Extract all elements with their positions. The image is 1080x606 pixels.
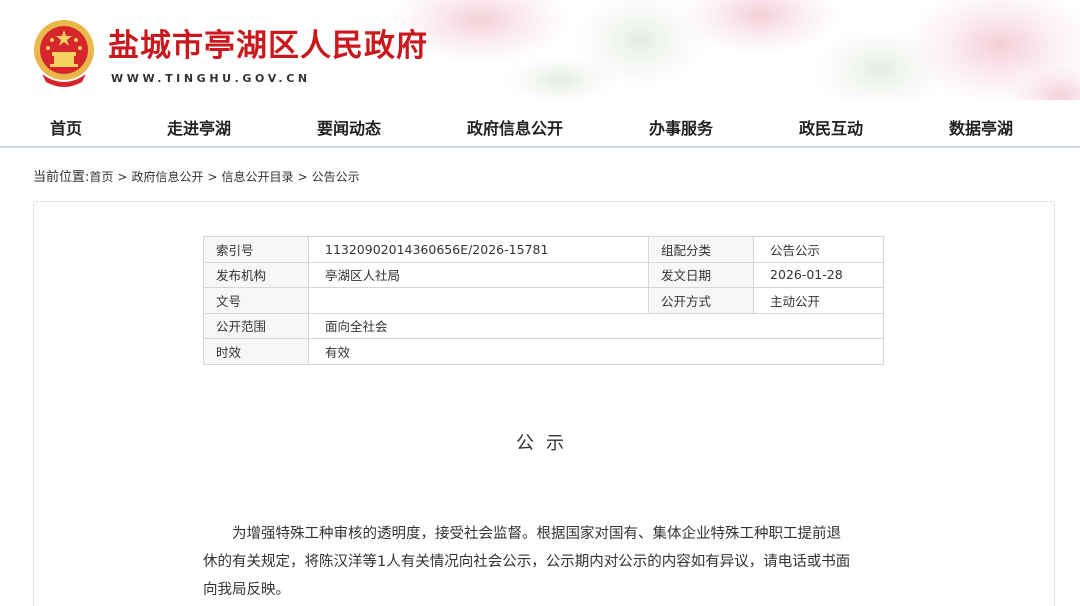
nav-item-interaction[interactable]: 政民互动 [799,115,863,139]
table-row: 时效 有效 [203,338,884,365]
category-value: 公告公示 [753,236,884,263]
disclosure-scope-label: 公开范围 [203,312,309,339]
disclosure-method-value: 主动公开 [753,287,884,314]
validity-label: 时效 [203,338,309,365]
breadcrumb-announcements[interactable]: 公告公示 [312,170,360,184]
index-number-value: 11320902014360656E/2026-15781 [308,236,649,263]
nav-item-about[interactable]: 走进亭湖 [167,115,231,139]
breadcrumb-separator: > [297,170,308,184]
site-title[interactable]: 盐城市亭湖区人民政府 [108,20,428,65]
disclosure-method-label: 公开方式 [648,287,754,314]
document-metadata-table: 索引号 11320902014360656E/2026-15781 组配分类 公… [203,236,884,365]
publisher-label: 发布机构 [203,261,309,288]
table-row: 发布机构 亭湖区人社局 发文日期 2026-01-28 [203,261,884,288]
doc-number-label: 文号 [203,287,309,314]
nav-item-services[interactable]: 办事服务 [649,115,713,139]
nav-item-data[interactable]: 数据亭湖 [949,115,1013,139]
nav-item-info-disclosure[interactable]: 政府信息公开 [467,115,563,139]
national-emblem-icon [34,20,94,87]
site-header: 盐城市亭湖区人民政府 WWW.TINGHU.GOV.CN [0,0,1080,100]
breadcrumb-info-disclosure[interactable]: 政府信息公开 [131,170,203,184]
doc-number-value [308,287,649,314]
breadcrumb: 当前位置:首页 > 政府信息公开 > 信息公开目录 > 公告公示 [33,166,360,185]
validity-value: 有效 [308,338,884,365]
nav-item-news[interactable]: 要闻动态 [317,115,381,139]
breadcrumb-catalog[interactable]: 信息公开目录 [222,170,294,184]
index-number-label: 索引号 [203,236,309,263]
document-body: 为增强特殊工种审核的透明度，接受社会监督。根据国家对国有、集体企业特殊工种职工提… [203,526,851,598]
nav-item-home[interactable]: 首页 [50,115,82,139]
table-row: 索引号 11320902014360656E/2026-15781 组配分类 公… [203,236,884,263]
table-row: 公开范围 面向全社会 [203,312,884,339]
category-label: 组配分类 [648,236,754,263]
breadcrumb-separator: > [207,170,218,184]
publisher-value: 亭湖区人社局 [308,261,649,288]
breadcrumb-home[interactable]: 首页 [89,170,113,184]
issue-date-label: 发文日期 [648,261,754,288]
breadcrumb-separator: > [117,170,128,184]
breadcrumb-prefix: 当前位置: [33,170,90,185]
site-url[interactable]: WWW.TINGHU.GOV.CN [111,72,311,85]
table-row: 文号 公开方式 主动公开 [203,287,884,314]
main-nav: 首页 走进亭湖 要闻动态 政府信息公开 办事服务 政民互动 数据亭湖 [0,100,1080,148]
disclosure-scope-value: 面向全社会 [308,312,884,339]
issue-date-value: 2026-01-28 [753,261,884,288]
document-title: 公示 [516,433,576,454]
